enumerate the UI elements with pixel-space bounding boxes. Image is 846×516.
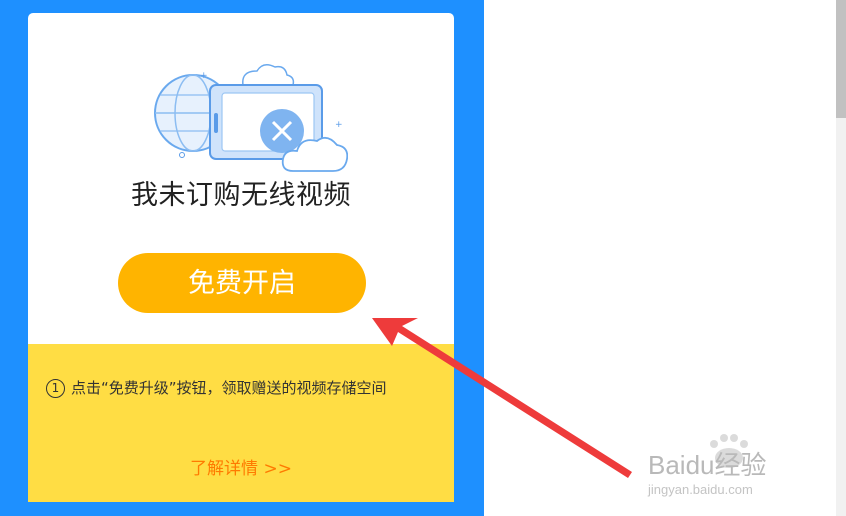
- screenshot-stage: + + 我未订购无线视频 免费开启 1 点击“免费升级”按钮，领取赠送的视频存储空…: [0, 0, 846, 516]
- learn-more-link[interactable]: 了解详情 >>: [28, 454, 454, 479]
- info-panel: 1 点击“免费升级”按钮，领取赠送的视频存储空间 了解详情 >>: [28, 344, 454, 502]
- blue-panel: + + 我未订购无线视频 免费开启 1 点击“免费升级”按钮，领取赠送的视频存储空…: [0, 0, 484, 516]
- svg-text:+: +: [200, 71, 208, 81]
- video-subscription-card: + + 我未订购无线视频 免费开启 1 点击“免费升级”按钮，领取赠送的视频存储空…: [28, 13, 454, 502]
- info-step-text: 点击“免费升级”按钮，领取赠送的视频存储空间: [71, 379, 387, 397]
- svg-text:+: +: [335, 120, 343, 130]
- scrollbar-thumb[interactable]: [836, 0, 846, 118]
- free-activate-button[interactable]: 免费开启: [118, 253, 366, 313]
- watermark-url: jingyan.baidu.com: [647, 482, 753, 497]
- no-video-cloud-illustration: + +: [154, 64, 348, 172]
- info-step: 1 点击“免费升级”按钮，领取赠送的视频存储空间: [46, 378, 416, 399]
- baidu-watermark: Baidu经验 jingyan.baidu.com: [647, 434, 767, 497]
- step-number-icon: 1: [46, 379, 65, 398]
- card-title: 我未订购无线视频: [131, 180, 351, 211]
- watermark-brand: Baidu经验: [648, 450, 767, 480]
- page-scrollbar[interactable]: [836, 0, 846, 516]
